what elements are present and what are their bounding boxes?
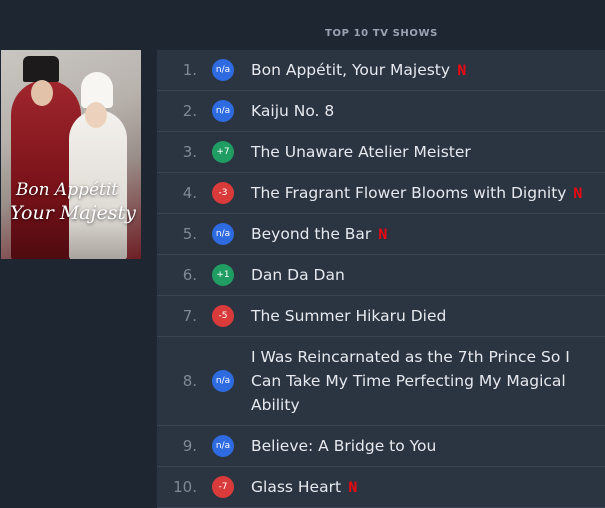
show-title-cell[interactable]: Beyond the Bar N — [251, 222, 605, 247]
show-row[interactable]: 6. +1 Dan Da Dan — [157, 255, 605, 296]
poster-face-left — [31, 80, 53, 106]
show-row[interactable]: 7. -5 The Summer Hikaru Died — [157, 296, 605, 337]
rank-change-badge: n/a — [212, 435, 234, 457]
show-title-cell[interactable]: Bon Appétit, Your Majesty N — [251, 58, 605, 83]
rank-change-badge: n/a — [212, 370, 234, 392]
poster-hat — [23, 56, 59, 82]
show-title[interactable]: Glass Heart — [251, 478, 341, 496]
show-rank: 1. — [182, 61, 197, 79]
rank-change-badge: n/a — [212, 59, 234, 81]
show-row[interactable]: 5. n/a Beyond the Bar N — [157, 214, 605, 255]
show-rank: 10. — [173, 478, 197, 496]
poster-face-right — [85, 102, 107, 128]
show-title-cell[interactable]: Believe: A Bridge to You — [251, 434, 605, 458]
show-rank: 5. — [182, 225, 197, 243]
show-rank: 9. — [182, 437, 197, 455]
show-title[interactable]: Dan Da Dan — [251, 266, 345, 284]
show-title-cell[interactable]: The Unaware Atelier Meister — [251, 140, 605, 164]
rank-change-badge: +7 — [212, 141, 234, 163]
section-title: TOP 10 TV SHOWS — [325, 28, 438, 39]
show-title-cell[interactable]: The Summer Hikaru Died — [251, 304, 605, 328]
show-row[interactable]: 4. -3 The Fragrant Flower Blooms with Dign… — [157, 173, 605, 214]
rank-change-badge: +1 — [212, 264, 234, 286]
show-rank: 6. — [182, 266, 197, 284]
show-title[interactable]: The Unaware Atelier Meister — [251, 143, 471, 161]
show-title-cell[interactable]: The Fragrant Flower Blooms with Dignity N — [251, 181, 605, 206]
show-title[interactable]: Believe: A Bridge to You — [251, 437, 436, 455]
show-title-cell[interactable]: Glass Heart N — [251, 475, 605, 500]
netflix-icon: N — [378, 226, 388, 243]
show-poster[interactable]: Bon Appétit Your Majesty — [1, 50, 141, 259]
show-row[interactable]: 8. n/a I Was Reincarnated as the 7th Princ… — [157, 337, 605, 426]
show-title[interactable]: The Summer Hikaru Died — [251, 307, 446, 325]
poster-title-line1: Bon Appétit — [15, 180, 119, 200]
show-title-cell[interactable]: Kaiju No. 8 — [251, 99, 605, 123]
show-rank: 8. — [182, 372, 197, 390]
rank-change-badge: n/a — [212, 223, 234, 245]
rank-change-badge: -5 — [212, 305, 234, 327]
show-title[interactable]: Kaiju No. 8 — [251, 102, 334, 120]
show-title[interactable]: Bon Appétit, Your Majesty — [251, 61, 450, 79]
show-title-cell[interactable]: Dan Da Dan — [251, 263, 605, 287]
rank-change-badge: -7 — [212, 476, 234, 498]
show-rank: 2. — [182, 102, 197, 120]
top-shows-list: 1. n/a Bon Appétit, Your Majesty N 2. n/a Kaij… — [157, 50, 605, 508]
show-title[interactable]: The Fragrant Flower Blooms with Dignity — [251, 184, 566, 202]
show-row[interactable]: 3. +7 The Unaware Atelier Meister — [157, 132, 605, 173]
show-row[interactable]: 10. -7 Glass Heart N — [157, 467, 605, 508]
netflix-icon: N — [348, 479, 358, 496]
show-title[interactable]: I Was Reincarnated as the 7th Prince So … — [251, 348, 570, 414]
show-rank: 7. — [182, 307, 197, 325]
poster-title-line2: Your Majesty — [10, 202, 136, 224]
show-title[interactable]: Beyond the Bar — [251, 225, 371, 243]
show-row[interactable]: 9. n/a Believe: A Bridge to You — [157, 426, 605, 467]
rank-change-badge: n/a — [212, 100, 234, 122]
show-rank: 3. — [182, 143, 197, 161]
show-rank: 4. — [182, 184, 197, 202]
show-row[interactable]: 1. n/a Bon Appétit, Your Majesty N — [157, 50, 605, 91]
show-title-cell[interactable]: I Was Reincarnated as the 7th Prince So … — [251, 345, 605, 417]
show-row[interactable]: 2. n/a Kaiju No. 8 — [157, 91, 605, 132]
netflix-icon: N — [457, 62, 467, 79]
netflix-icon: N — [573, 185, 583, 202]
rank-change-badge: -3 — [212, 182, 234, 204]
